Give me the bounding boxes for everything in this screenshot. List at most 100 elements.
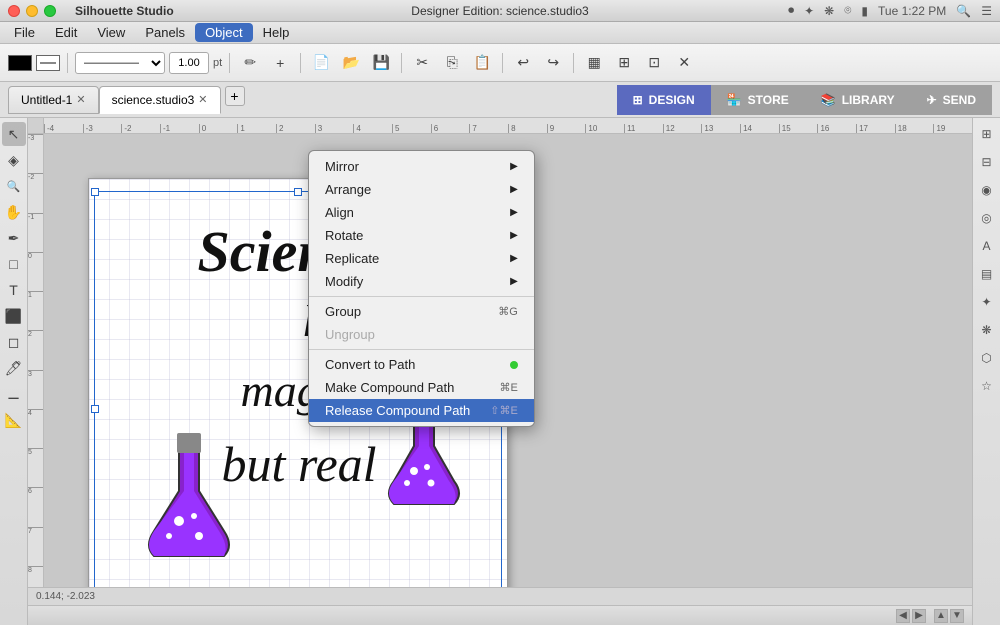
zoom-controls[interactable]: ◀ ▶ <box>896 609 926 623</box>
sep2 <box>229 53 230 73</box>
clock: Tue 1:22 PM <box>878 4 946 18</box>
menu-edit[interactable]: Edit <box>45 23 87 42</box>
plus-tool[interactable]: + <box>267 50 293 76</box>
cut-btn[interactable]: ✂ <box>409 50 435 76</box>
menu-rotate[interactable]: Rotate ▶ <box>309 224 534 247</box>
zoom-tool[interactable]: 🔍 <box>2 174 26 198</box>
object-menu: Mirror ▶ Arrange ▶ Align ▶ Rotate ▶ Repl… <box>308 150 535 427</box>
menu-modify[interactable]: Modify ▶ <box>309 270 534 293</box>
stroke-style-select[interactable]: ————— <box>75 52 165 74</box>
zoom-out-arrow[interactable]: ◀ <box>896 609 910 623</box>
menu-align-label: Align <box>325 205 354 220</box>
save-btn[interactable]: 💾 <box>368 50 394 76</box>
coords-bar: 0.144; -2.023 <box>28 587 972 605</box>
tab-science-label: science.studio3 <box>112 93 195 107</box>
menu-convert-to-path[interactable]: Convert to Path <box>309 353 534 376</box>
fill-tool[interactable]: ⬛ <box>2 304 26 328</box>
stroke-width-input[interactable] <box>169 52 209 74</box>
tab-untitled-close[interactable]: ✕ <box>76 93 85 106</box>
undo-btn[interactable]: ↩ <box>510 50 536 76</box>
right-tool-nodes[interactable]: ✦ <box>975 290 999 314</box>
paste-btn[interactable]: 📋 <box>469 50 495 76</box>
menu-arrange-arrow: ▶ <box>510 184 518 195</box>
menu-file[interactable]: File <box>4 23 45 42</box>
scroll-up-arrow[interactable]: ▲ <box>934 609 948 623</box>
mode-buttons: ⊞ DESIGN 🏪 STORE 📚 LIBRARY ✈ SEND <box>617 85 992 115</box>
window-title: Designer Edition: science.studio3 <box>411 4 588 18</box>
search-icon[interactable]: 🔍 <box>956 4 971 18</box>
new-doc-btn[interactable]: 📄 <box>308 50 334 76</box>
menu-arrange[interactable]: Arrange ▶ <box>309 178 534 201</box>
sep5 <box>502 53 503 73</box>
store-button[interactable]: 🏪 STORE <box>711 85 805 115</box>
sep4 <box>401 53 402 73</box>
library-button[interactable]: 📚 LIBRARY <box>805 85 911 115</box>
scroll-controls[interactable]: ▲ ▼ <box>934 609 964 623</box>
pen-tool[interactable]: ✒ <box>2 226 26 250</box>
ungroup-btn[interactable]: ⊞ <box>611 50 637 76</box>
pan-tool[interactable]: ✋ <box>2 200 26 224</box>
maximize-button[interactable] <box>44 5 56 17</box>
eraser-tool[interactable]: ◻ <box>2 330 26 354</box>
zoom-in-arrow[interactable]: ▶ <box>912 609 926 623</box>
eyedropper-tool[interactable]: 🖊 <box>2 356 26 380</box>
canvas-area[interactable]: -4 -3 -2 -1 0 1 2 3 4 5 6 7 8 9 10 11 12… <box>28 118 972 625</box>
menu-rotate-arrow: ▶ <box>510 230 518 241</box>
menu-object[interactable]: Object <box>195 23 253 42</box>
open-btn[interactable]: 📂 <box>338 50 364 76</box>
copy-btn[interactable]: ⎘ <box>439 50 465 76</box>
design-button[interactable]: ⊞ DESIGN <box>617 85 711 115</box>
select-tool[interactable]: ↖ <box>2 122 26 146</box>
close-btn[interactable]: ✕ <box>671 50 697 76</box>
unit-label: pt <box>213 57 222 69</box>
node-tool[interactable]: ◈ <box>2 148 26 172</box>
grid-icon: ⊞ <box>633 93 643 107</box>
right-tool-replicate[interactable]: ❋ <box>975 318 999 342</box>
menu-group[interactable]: Group ⌘G <box>309 300 534 323</box>
redo-btn[interactable]: ↪ <box>540 50 566 76</box>
app-name: Silhouette Studio <box>70 4 174 18</box>
menu-help[interactable]: Help <box>253 23 300 42</box>
menu-release-compound[interactable]: Release Compound Path ⇧⌘E <box>309 399 534 422</box>
tab-add-button[interactable]: + <box>225 86 245 106</box>
menu-align[interactable]: Align ▶ <box>309 201 534 224</box>
tab-untitled[interactable]: Untitled-1 ✕ <box>8 86 99 114</box>
right-tool-stroke[interactable]: ◎ <box>975 206 999 230</box>
menu-replicate-label: Replicate <box>325 251 379 266</box>
wifi-icon: ⌾ <box>844 3 851 18</box>
menu-release-compound-label: Release Compound Path <box>325 403 470 418</box>
menu-arrange-label: Arrange <box>325 182 371 197</box>
tab-science[interactable]: science.studio3 ✕ <box>99 86 221 114</box>
close-button[interactable] <box>8 5 20 17</box>
text-tool[interactable]: T <box>2 278 26 302</box>
right-tool-transform[interactable]: ⊟ <box>975 150 999 174</box>
menu-panels[interactable]: Panels <box>135 23 195 42</box>
send-icon: ✈ <box>927 93 937 107</box>
measure-tool[interactable]: 📐 <box>2 408 26 432</box>
right-tool-fill[interactable]: ◉ <box>975 178 999 202</box>
right-tool-effects[interactable]: ☆ <box>975 374 999 398</box>
fill-color-swatch[interactable] <box>8 55 32 71</box>
tab-science-close[interactable]: ✕ <box>198 93 207 106</box>
right-tool-warp[interactable]: ⬡ <box>975 346 999 370</box>
menu-mirror[interactable]: Mirror ▶ <box>309 155 534 178</box>
right-tool-layers[interactable]: ▤ <box>975 262 999 286</box>
knife-tool[interactable]: ⚊ <box>2 382 26 406</box>
window-controls[interactable] <box>8 5 56 17</box>
group-btn[interactable]: ▦ <box>581 50 607 76</box>
notification-icon[interactable]: ☰ <box>981 4 992 18</box>
right-tool-text[interactable]: A <box>975 234 999 258</box>
shape-tool[interactable]: □ <box>2 252 26 276</box>
right-tool-align[interactable]: ⊞ <box>975 122 999 146</box>
menu-view[interactable]: View <box>87 23 135 42</box>
minimize-button[interactable] <box>26 5 38 17</box>
menu-mirror-arrow: ▶ <box>510 161 518 172</box>
menu-make-compound[interactable]: Make Compound Path ⌘E <box>309 376 534 399</box>
scroll-down-arrow[interactable]: ▼ <box>950 609 964 623</box>
pencil-tool[interactable]: ✏ <box>237 50 263 76</box>
menu-replicate-arrow: ▶ <box>510 253 518 264</box>
stroke-color-swatch[interactable] <box>36 55 60 71</box>
menu-replicate[interactable]: Replicate ▶ <box>309 247 534 270</box>
send-button[interactable]: ✈ SEND <box>911 85 992 115</box>
transform-btn[interactable]: ⊡ <box>641 50 667 76</box>
